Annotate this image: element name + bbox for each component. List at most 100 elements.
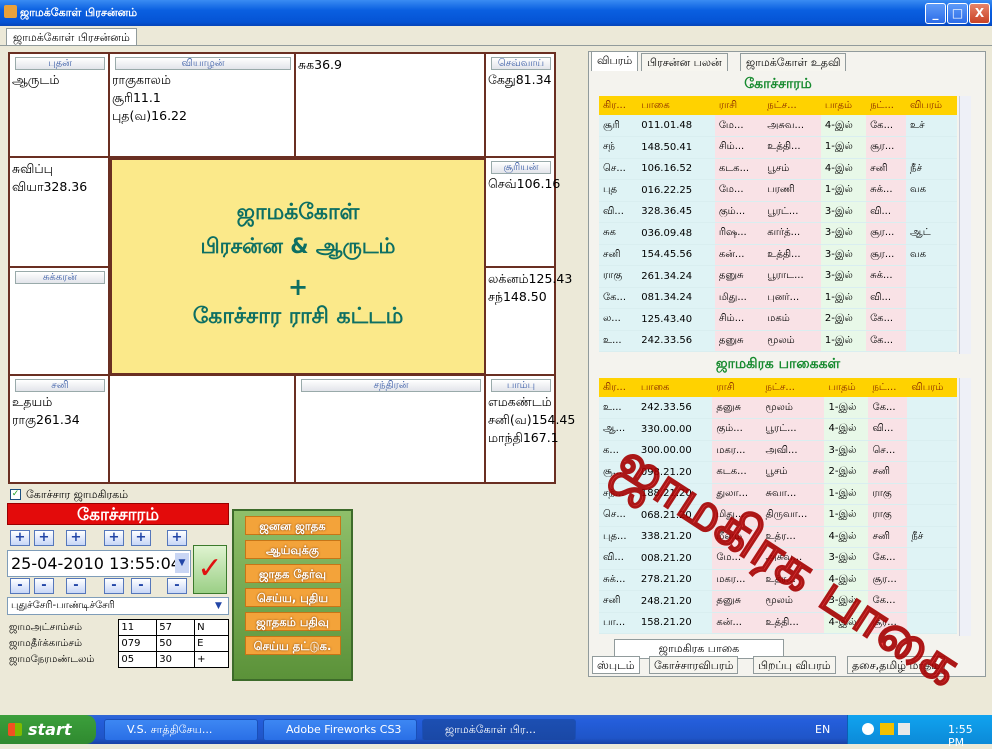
decrement-button[interactable]: - bbox=[131, 578, 151, 594]
tab-spudam[interactable]: ஸ்புடம் bbox=[592, 656, 640, 674]
gochara-jama-checkbox[interactable]: ✓ bbox=[10, 489, 21, 500]
place-select[interactable]: புதுச்சேரி-பாண்டிச்சேரி bbox=[7, 597, 229, 615]
chart-center-panel: ஜாமக்கோள் பிரசன்ன & ஆருடம் + கோச்சார ராச… bbox=[110, 158, 486, 375]
tab-help[interactable]: ஜாமக்கோள் உதவி bbox=[740, 53, 847, 71]
table-cell: செ... bbox=[868, 440, 908, 462]
table-cell: தனுசு bbox=[714, 265, 764, 288]
close-button[interactable]: X bbox=[969, 3, 990, 24]
increment-button[interactable]: + bbox=[10, 530, 30, 546]
tab-gochara-details[interactable]: கோச்சாரவிபரம் bbox=[649, 656, 739, 674]
increment-button[interactable]: + bbox=[66, 530, 86, 546]
decrement-button[interactable]: - bbox=[34, 578, 54, 594]
network-icon[interactable] bbox=[880, 723, 894, 735]
table-cell: உ... bbox=[599, 397, 637, 419]
table-cell: சிம்... bbox=[714, 136, 764, 159]
decrement-button[interactable]: - bbox=[104, 578, 124, 594]
table-cell: நீச் bbox=[906, 158, 957, 180]
table-row[interactable]: உ... 242.33.56 தனுசு மூலம் 1-இல் கே... bbox=[599, 397, 957, 419]
table-cell: புத... bbox=[599, 526, 637, 548]
coord-cell[interactable]: N bbox=[194, 619, 229, 636]
house-entry: சந்148.50 bbox=[488, 289, 547, 304]
table-row[interactable]: சூரி 011.01.48 மே... அசுவ... 4-இல் கே... உச் bbox=[599, 115, 957, 137]
coord-cell[interactable]: 50 bbox=[156, 635, 196, 652]
column-header: விபரம் bbox=[906, 96, 957, 115]
table-cell: வக bbox=[906, 244, 957, 266]
maximize-button[interactable]: □ bbox=[947, 3, 968, 24]
increment-button[interactable]: + bbox=[34, 530, 54, 546]
table-cell: 248.21.20 bbox=[636, 590, 713, 613]
table-cell: 148.50.41 bbox=[637, 136, 715, 159]
gochara-title: கோச்சாரம் bbox=[744, 76, 812, 92]
apply-check-button[interactable]: ✓ bbox=[193, 545, 227, 594]
coord-cell[interactable]: 11 bbox=[118, 619, 158, 636]
table-cell: 1-இல் bbox=[820, 287, 867, 309]
table-row[interactable]: செ... 106.16.52 கடக... பூசம் 4-இல் சனி நீச் bbox=[599, 158, 957, 180]
table-row[interactable]: ஆ... 330.00.00 கும்... பூரட்... 4-இல் வி... bbox=[599, 418, 957, 441]
table-row[interactable]: கே... 081.34.24 மிது... புனர்... 1-இல் வி... bbox=[599, 287, 957, 309]
chart-house-2: வியாழன் ராகுகாலம் சூரி11.1 புத(வ)16.22 bbox=[108, 52, 296, 158]
start-button[interactable]: start bbox=[0, 715, 96, 744]
table-cell: உ... bbox=[599, 330, 638, 352]
column-header: நட்... bbox=[866, 96, 907, 115]
table-row[interactable]: வி... 328.36.45 கும்... பூரட்... 3-இல் வி... bbox=[599, 201, 957, 223]
place-dropdown-icon[interactable]: ▼ bbox=[215, 599, 227, 613]
table-cell: ராகு bbox=[868, 483, 908, 505]
decrement-button[interactable]: - bbox=[167, 578, 187, 594]
window-title: ஜாமக்கோள் பிரசன்னம் bbox=[20, 6, 138, 19]
increment-button[interactable]: + bbox=[167, 530, 187, 546]
coord-cell[interactable]: 57 bbox=[156, 619, 196, 636]
table-row[interactable]: புத 016.22.25 மே... பரணி 1-இல் சுக்... வக bbox=[599, 179, 957, 202]
tab-main[interactable]: ஜாமக்கோள் பிரசன்னம் bbox=[6, 28, 137, 45]
jama-scrollbar[interactable] bbox=[959, 378, 971, 636]
table-cell: சந் bbox=[599, 136, 638, 159]
table-row[interactable]: சுக 036.09.48 ரிஷ... கார்த்... 3-இல் சூர... ஆட… bbox=[599, 222, 957, 245]
table-cell: சுக்... bbox=[866, 265, 907, 288]
column-header: பாகை bbox=[636, 378, 713, 397]
house-entry: உதயம் bbox=[12, 394, 53, 409]
coord-cell[interactable]: 079 bbox=[118, 635, 158, 652]
table-row[interactable]: ல... 125.43.40 சிம்... மகம் 2-இல் கே... bbox=[599, 308, 957, 331]
coord-row: ஜாமதீர்க்காம்சம் 079 50 E bbox=[7, 635, 229, 652]
gochara-scrollbar[interactable] bbox=[959, 96, 971, 354]
coord-cell[interactable]: 05 bbox=[118, 651, 158, 668]
coord-cell[interactable]: 30 bbox=[156, 651, 196, 668]
house-entry: மாந்தி167.1 bbox=[488, 430, 559, 445]
minimize-button[interactable]: _ bbox=[925, 3, 946, 24]
language-indicator[interactable]: EN bbox=[815, 723, 830, 736]
datetime-input[interactable]: 25-04-2010 13:55:04 bbox=[7, 550, 191, 577]
increment-button[interactable]: + bbox=[104, 530, 124, 546]
decrement-button[interactable]: - bbox=[10, 578, 30, 594]
table-cell: உத்தி... bbox=[763, 136, 821, 159]
decrement-button[interactable]: - bbox=[66, 578, 86, 594]
tab-details[interactable]: விபரம் bbox=[591, 51, 639, 71]
table-row[interactable]: ராகு 261.34.24 தனுசு பூராட... 3-இல் சுக்... bbox=[599, 265, 957, 288]
table-cell: கே... bbox=[866, 330, 907, 352]
coord-cell[interactable]: + bbox=[194, 651, 229, 668]
table-cell: 242.33.56 bbox=[636, 397, 713, 419]
table-row[interactable]: உ... 242.33.56 தனுசு மூலம் 1-இல் கே... bbox=[599, 330, 957, 352]
table-cell bbox=[907, 461, 957, 484]
increment-button[interactable]: + bbox=[131, 530, 151, 546]
coord-cell[interactable]: E bbox=[194, 635, 229, 652]
tab-prasanna-result[interactable]: பிரசன்ன பலன் bbox=[641, 53, 728, 71]
table-cell: 081.34.24 bbox=[637, 287, 715, 309]
table-cell: 125.43.40 bbox=[637, 308, 715, 331]
table-cell: வக bbox=[906, 179, 957, 202]
table-row[interactable]: சந் 148.50.41 சிம்... உத்தி... 1-இல் சூர... bbox=[599, 136, 957, 159]
table-cell: 2-இல் bbox=[820, 308, 867, 331]
table-cell: பா... bbox=[599, 612, 637, 634]
horoscope-info-box[interactable]: ஜனன ஜாதக ஆய்வுக்கு ஜாதக தேர்வு செய்ய, புதிய… bbox=[232, 509, 353, 681]
taskbar-item-2[interactable]: Adobe Fireworks CS3 bbox=[263, 719, 417, 741]
tray-icon[interactable] bbox=[862, 723, 874, 735]
table-cell: தனுசு bbox=[712, 590, 762, 613]
taskbar-item-1[interactable]: V.S. சாத்திசேய... bbox=[104, 719, 258, 741]
house-entry: சூரி11.1 bbox=[112, 90, 161, 105]
datetime-dropdown-icon[interactable]: ▼ bbox=[175, 553, 189, 573]
house-label: சந்திரன் bbox=[301, 379, 481, 392]
table-row[interactable]: சனி 154.45.56 கன்... உத்தி... 3-இல் சூர... வக bbox=[599, 244, 957, 266]
volume-icon[interactable] bbox=[898, 723, 910, 735]
house-entry: லக்னம்125.43 bbox=[488, 271, 573, 286]
windows-logo-icon bbox=[8, 723, 22, 736]
taskbar-item-3[interactable]: ஜாமக்கோள் பிர... bbox=[422, 719, 576, 741]
tab-birth-details[interactable]: பிறப்பு விபரம் bbox=[753, 656, 836, 674]
